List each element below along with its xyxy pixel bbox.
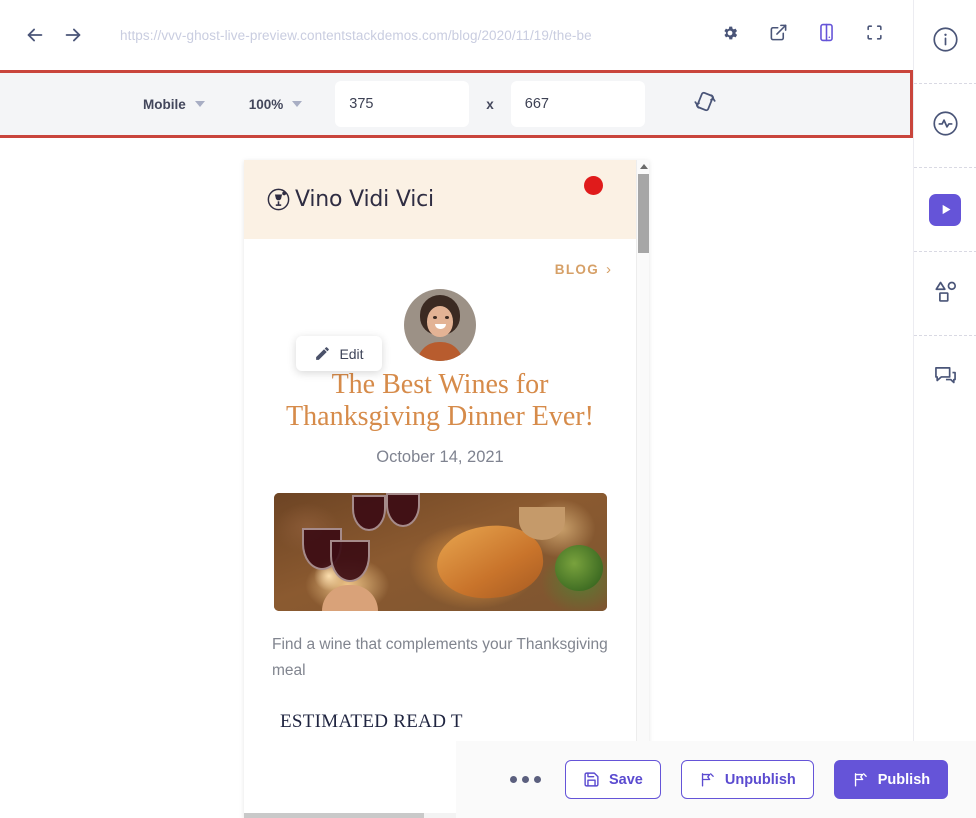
sidebar-item-activity[interactable] <box>913 84 976 168</box>
comments-icon <box>932 362 959 394</box>
more-options-icon <box>510 776 517 783</box>
edit-button[interactable]: Edit <box>296 336 382 371</box>
fullscreen-icon <box>865 23 884 47</box>
site-header: Vino Vidi Vici <box>244 160 636 239</box>
browser-bar: https://vvv-ghost-live-preview.contentst… <box>0 0 913 70</box>
scrollbar-thumb-horizontal[interactable] <box>244 813 424 818</box>
unpublish-button[interactable]: Unpublish <box>680 760 814 799</box>
avatar <box>404 289 476 361</box>
avatar-face <box>427 306 453 337</box>
chevron-down-icon <box>194 101 205 107</box>
device-type-dropdown[interactable]: Mobile <box>143 97 205 112</box>
save-floppy-icon <box>583 771 600 788</box>
hero-image <box>273 493 607 611</box>
sidebar-item-info[interactable] <box>913 0 976 84</box>
publish-flag-icon <box>852 771 869 788</box>
sidebar-item-comments[interactable] <box>914 336 976 420</box>
author-avatar-row: Edit <box>244 289 636 371</box>
activity-pulse-icon <box>932 110 959 142</box>
more-options-button[interactable] <box>506 770 545 789</box>
action-bar: Save Unpublish Publish <box>456 741 976 818</box>
previewed-site: Vino Vidi Vici BLOG › Edit The Best Wine… <box>244 160 636 818</box>
dimension-separator: x <box>486 96 494 112</box>
device-frame: Vino Vidi Vici BLOG › Edit The Best Wine… <box>244 160 649 818</box>
sidebar-item-live-preview[interactable] <box>913 168 976 252</box>
site-logo[interactable]: Vino Vidi Vici <box>265 186 434 213</box>
preview-vertical-scrollbar[interactable] <box>636 160 649 818</box>
forward-button[interactable] <box>54 16 92 54</box>
device-preview-button[interactable] <box>813 22 839 48</box>
preview-canvas: Vino Vidi Vici BLOG › Edit The Best Wine… <box>0 141 913 818</box>
site-nav-blog-label: BLOG <box>554 262 599 277</box>
right-sidebar <box>913 0 976 818</box>
gear-icon <box>721 24 739 47</box>
info-circle-icon <box>932 26 959 58</box>
external-link-icon <box>769 23 788 47</box>
back-button[interactable] <box>16 16 54 54</box>
edit-button-label: Edit <box>339 345 364 362</box>
device-toolbar: Mobile 100% x <box>0 70 913 138</box>
save-button[interactable]: Save <box>565 760 661 799</box>
viewport-height-input[interactable] <box>510 81 645 127</box>
url-text[interactable]: https://vvv-ghost-live-preview.contentst… <box>120 28 592 43</box>
page-title: The Best Wines for Thanksgiving Dinner E… <box>286 369 594 432</box>
publish-button-label: Publish <box>877 771 931 788</box>
scrollbar-thumb[interactable] <box>638 174 649 253</box>
device-type-label: Mobile <box>143 96 186 112</box>
status-badge <box>584 176 603 195</box>
device-toolbar-controls: Mobile 100% x <box>0 73 910 135</box>
scroll-up-button[interactable] <box>637 160 649 173</box>
site-nav-blog-link[interactable]: BLOG › <box>244 239 636 277</box>
zoom-level-dropdown[interactable]: 100% <box>249 97 303 112</box>
site-brand-name: Vino Vidi Vici <box>295 187 434 212</box>
settings-button[interactable] <box>717 22 743 48</box>
estimated-read-label: ESTIMATED READ T <box>280 711 463 732</box>
play-icon <box>929 193 961 226</box>
chevron-down-icon <box>292 101 303 107</box>
browser-tool-icons <box>717 22 897 48</box>
pencil-icon <box>314 345 331 362</box>
live-preview-app: https://vvv-ghost-live-preview.contentst… <box>0 0 976 818</box>
sidebar-item-shapes[interactable] <box>913 252 976 336</box>
scroll-up-arrow-icon <box>639 164 648 169</box>
arrow-left-icon <box>24 24 46 46</box>
more-options-icon <box>522 776 529 783</box>
arrow-right-icon <box>62 24 84 46</box>
publish-button[interactable]: Publish <box>833 760 949 799</box>
post-excerpt: Find a wine that complements your Thanks… <box>272 636 608 679</box>
open-external-button[interactable] <box>765 22 791 48</box>
hero-salad <box>554 544 603 591</box>
unpublish-flag-icon <box>699 771 716 788</box>
avatar-eye-left <box>433 316 437 319</box>
more-options-icon <box>534 776 541 783</box>
rotate-device-icon <box>692 89 717 119</box>
avatar-eye-right <box>445 316 449 319</box>
rotate-device-button[interactable] <box>689 88 721 120</box>
device-preview-icon <box>817 23 836 47</box>
url-bar[interactable]: https://vvv-ghost-live-preview.contentst… <box>92 28 717 43</box>
shapes-icon <box>932 278 959 310</box>
zoom-level-label: 100% <box>248 96 284 112</box>
fullscreen-button[interactable] <box>861 22 887 48</box>
save-button-label: Save <box>609 771 643 788</box>
viewport-width-input[interactable] <box>335 81 470 127</box>
avatar-body <box>417 342 463 361</box>
wine-glass-logo-icon <box>265 186 292 213</box>
chevron-right-icon: › <box>606 261 611 278</box>
post-date: October 14, 2021 <box>376 448 504 466</box>
unpublish-button-label: Unpublish <box>724 771 796 788</box>
